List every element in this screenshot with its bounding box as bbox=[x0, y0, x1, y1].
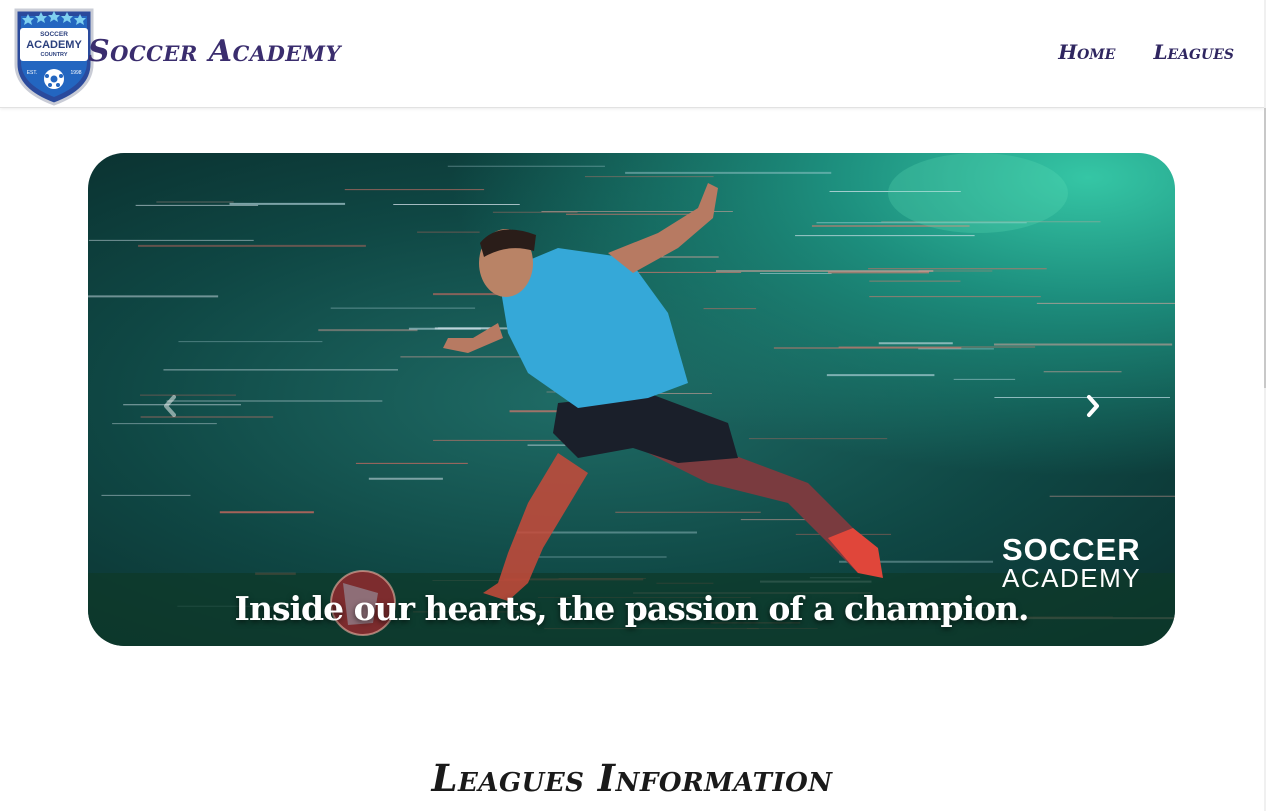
navbar: SOCCER ACADEMY COUNTRY EST. 1998 Soccer … bbox=[0, 0, 1264, 108]
svg-text:COUNTRY: COUNTRY bbox=[41, 52, 68, 58]
soccer-academy-watermark: SOCCER ACADEMY bbox=[1002, 534, 1152, 591]
nav-link-leagues[interactable]: Leagues bbox=[1153, 40, 1234, 64]
brand-title[interactable]: Soccer Academy bbox=[88, 34, 341, 69]
carousel-caption: Inside our hearts, the passion of a cham… bbox=[234, 589, 1030, 628]
svg-text:SOCCER: SOCCER bbox=[40, 31, 68, 38]
hero-carousel: SOCCER ACADEMY Inside our hearts, the pa… bbox=[88, 153, 1175, 646]
svg-text:1998: 1998 bbox=[70, 70, 81, 76]
brand[interactable]: SOCCER ACADEMY COUNTRY EST. 1998 bbox=[12, 4, 96, 106]
watermark-line-1: SOCCER bbox=[1002, 532, 1141, 567]
nav-link-home[interactable]: Home bbox=[1058, 40, 1115, 64]
svg-text:EST.: EST. bbox=[27, 70, 38, 76]
chevron-left-icon bbox=[164, 395, 176, 417]
watermark-line-2: ACADEMY bbox=[1002, 563, 1142, 593]
carousel-prev-button[interactable] bbox=[155, 391, 185, 421]
svg-text:ACADEMY: ACADEMY bbox=[26, 39, 82, 51]
soccer-player-figure bbox=[443, 183, 883, 601]
chevron-right-icon bbox=[1087, 395, 1099, 417]
section-title: Leagues Information bbox=[431, 755, 833, 800]
carousel-next-button[interactable] bbox=[1078, 391, 1108, 421]
main-nav: Home Leagues bbox=[1058, 40, 1234, 64]
academy-crest-logo[interactable]: SOCCER ACADEMY COUNTRY EST. 1998 bbox=[12, 4, 96, 106]
